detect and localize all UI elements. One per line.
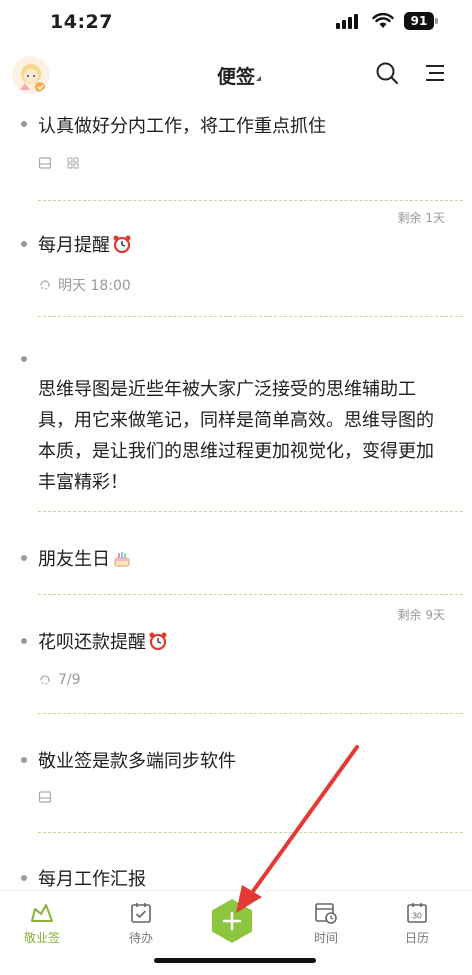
- note-meta: 7/9: [38, 672, 81, 688]
- calendar-icon: 30: [407, 903, 427, 923]
- time-tab-icon: [315, 903, 337, 924]
- bullet: [21, 757, 27, 763]
- tab-calendar[interactable]: 30 日历: [387, 901, 447, 946]
- note-title: 每月工作汇报: [38, 869, 146, 890]
- battery-icon: 91: [404, 12, 438, 30]
- calendar-day: 30: [412, 911, 422, 921]
- status-icons: 91: [336, 12, 438, 30]
- grid-icon: [67, 157, 79, 169]
- tab-label: 待办: [128, 931, 153, 945]
- menu-icon[interactable]: [424, 62, 446, 84]
- caret-down-icon[interactable]: [256, 76, 261, 81]
- divider: [38, 832, 463, 833]
- wifi-icon: [372, 13, 394, 28]
- bullet: [21, 875, 27, 881]
- note-meta: 明天 18:00: [38, 275, 131, 295]
- note-title: 每月提醒: [38, 231, 132, 257]
- divider: [38, 713, 463, 714]
- tab-todo[interactable]: 待办: [111, 901, 171, 946]
- divider: [38, 511, 463, 512]
- bullet: [21, 121, 27, 127]
- note-title: 花呗还款提醒: [38, 628, 168, 654]
- alarm-clock-icon: [113, 235, 131, 254]
- divider: [38, 200, 463, 201]
- status-time: 14:27: [50, 11, 113, 33]
- note-meta: [38, 790, 52, 804]
- inbox-icon: [38, 157, 52, 169]
- page-title[interactable]: 便签: [0, 62, 472, 89]
- status-bar: 14:27 91: [0, 0, 472, 44]
- note-title-text: 花呗还款提醒: [38, 632, 146, 653]
- note-title: 敬业签是款多端同步软件: [38, 751, 236, 772]
- note-title-text: 每月提醒: [38, 235, 110, 256]
- signal-icon: [336, 13, 362, 29]
- bullet: [21, 555, 27, 561]
- tab-label: 敬业签: [23, 931, 60, 945]
- repeat-icon: [40, 280, 50, 290]
- note-title-text: 朋友生日: [38, 549, 110, 570]
- divider: [38, 316, 463, 317]
- note-body: 思维导图是近些年被大家广泛接受的思维辅助工具，用它来做笔记，同样是简单高效。思维…: [38, 379, 434, 493]
- note-title: 认真做好分内工作，将工作重点抓住: [38, 116, 326, 137]
- alarm-clock-icon: [149, 632, 167, 651]
- reminder-date: 7/9: [58, 672, 81, 688]
- tab-label: 时间: [313, 931, 338, 945]
- add-note-button[interactable]: [209, 898, 255, 944]
- note-title: 朋友生日: [38, 545, 132, 571]
- reminder-time: 明天 18:00: [58, 278, 131, 294]
- remaining-days: 剩余 1天: [397, 211, 445, 225]
- header: 便签: [0, 48, 472, 98]
- bullet: [21, 638, 27, 644]
- notes-tab-icon: [31, 904, 53, 922]
- todo-checkbox-icon: [131, 903, 151, 923]
- repeat-icon: [40, 675, 50, 685]
- bullet: [21, 356, 27, 362]
- inbox-icon: [38, 791, 52, 803]
- tab-label: 日历: [404, 931, 429, 945]
- remaining-days: 剩余 9天: [397, 608, 445, 622]
- tab-notes[interactable]: 敬业签: [12, 901, 72, 946]
- divider: [38, 594, 463, 595]
- bullet: [21, 241, 27, 247]
- note-meta: [38, 156, 80, 170]
- home-indicator: [154, 958, 316, 963]
- search-icon[interactable]: [374, 60, 400, 86]
- tab-time[interactable]: 时间: [296, 901, 356, 946]
- birthday-cake-icon: [114, 552, 130, 567]
